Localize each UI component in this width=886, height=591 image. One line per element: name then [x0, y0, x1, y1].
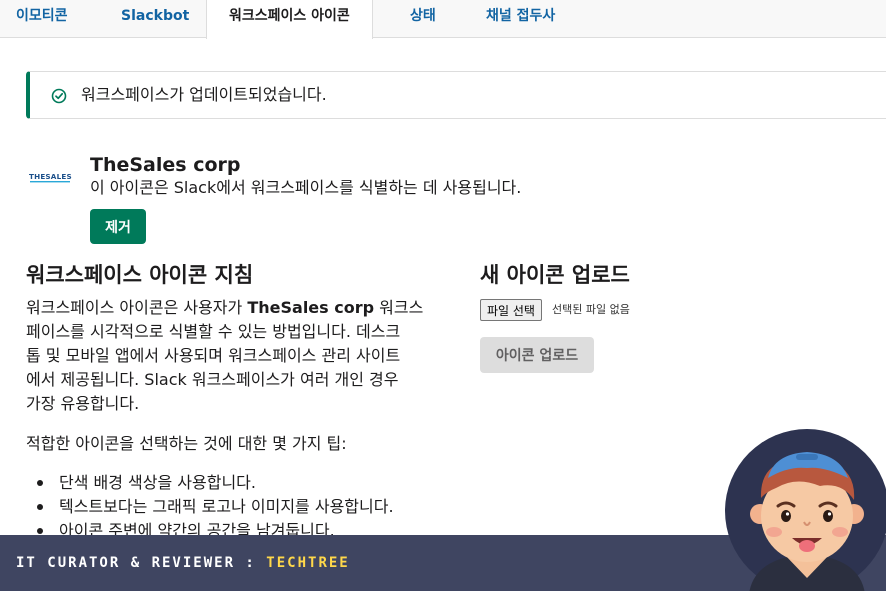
tips-intro: 적합한 아이콘을 선택하는 것에 대한 몇 가지 팁: — [26, 434, 347, 453]
avatar — [725, 429, 886, 591]
workspace-name: TheSales corp — [90, 154, 241, 176]
banner-accent: TECHTREE — [266, 555, 350, 571]
guidelines-line: 가장 유용합니다. — [26, 394, 140, 413]
guidelines-title: 워크스페이스 아이콘 지침 — [26, 263, 254, 287]
tab-status[interactable]: 상태 — [410, 0, 436, 38]
workspace-description: 이 아이콘은 Slack에서 워크스페이스를 식별하는 데 사용됩니다. — [90, 178, 522, 197]
tab-emoji[interactable]: 이모티콘 — [16, 0, 68, 38]
guidelines-line: 에서 제공됩니다. Slack 워크스페이스가 여러 개인 경우 — [26, 370, 399, 389]
tab-workspace-icon[interactable]: 워크스페이스 아이콘 — [206, 0, 373, 39]
guidelines-line: 톱 및 모바일 앱에서 사용되며 워크스페이스 관리 사이트 — [26, 346, 401, 365]
guidelines-body: 워크스페이스 아이콘은 사용자가 TheSales corp 워크스 페이스를 … — [26, 296, 446, 416]
tip-item: 텍스트보다는 그래픽 로고나 이미지를 사용합니다. — [26, 495, 394, 519]
tips-list: 단색 배경 색상을 사용합니다. 텍스트보다는 그래픽 로고나 이미지를 사용합… — [26, 471, 394, 543]
tab-slackbot[interactable]: Slackbot — [121, 0, 189, 38]
success-alert: 워크스페이스가 업데이트되었습니다. — [26, 71, 886, 119]
upload-icon-button[interactable]: 아이콘 업로드 — [480, 337, 594, 373]
file-status: 선택된 파일 없음 — [552, 303, 630, 316]
banner-text: IT CURATOR & REVIEWER : TECHTREE — [16, 555, 350, 571]
tab-channel-prefix[interactable]: 채널 접두사 — [486, 0, 555, 38]
guidelines-line: 워크스페이스 아이콘은 사용자가 TheSales corp 워크스 — [26, 298, 424, 317]
tab-bar: 이모티콘 Slackbot 워크스페이스 아이콘 상태 채널 접두사 — [0, 0, 886, 39]
workspace-logo: THESALES — [29, 172, 72, 183]
choose-file-button[interactable]: 파일 선택 — [480, 299, 542, 321]
remove-icon-button[interactable]: 제거 — [90, 209, 146, 244]
upload-title: 새 아이콘 업로드 — [480, 263, 630, 287]
workspace-logo-text: THESALES — [29, 172, 72, 181]
banner-label: IT CURATOR & REVIEWER : — [16, 555, 267, 571]
alert-message: 워크스페이스가 업데이트되었습니다. — [81, 85, 327, 104]
check-circle-icon — [51, 88, 67, 104]
guidelines-line: 페이스를 시각적으로 식별할 수 있는 방법입니다. 데스크 — [26, 322, 401, 341]
tip-item: 단색 배경 색상을 사용합니다. — [26, 471, 394, 495]
